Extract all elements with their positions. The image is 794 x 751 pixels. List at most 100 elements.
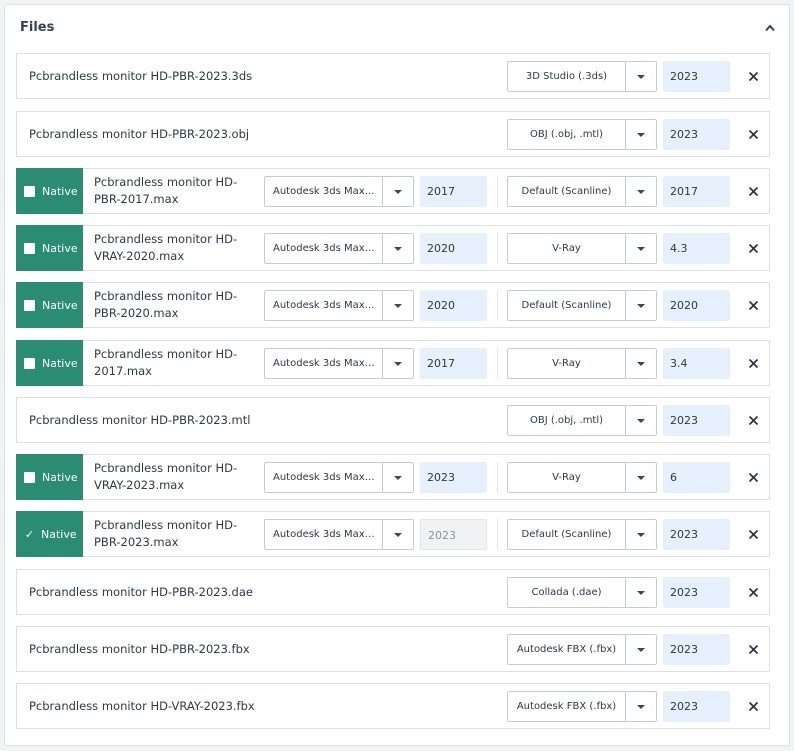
caret-down-icon[interactable] xyxy=(382,177,413,206)
checkbox-icon[interactable] xyxy=(24,299,35,311)
file-row: Native Pcbrandless monitor HD-PBR-2020.ma… xyxy=(16,282,770,328)
caret-down-icon[interactable] xyxy=(625,692,656,721)
app-version-input[interactable]: 2020 xyxy=(420,290,487,321)
format-select-value: OBJ (.obj, .mtl) xyxy=(529,129,604,140)
caret-down-icon[interactable] xyxy=(625,578,656,607)
close-icon[interactable] xyxy=(745,297,761,313)
renderer-select[interactable]: Default (Scanline) xyxy=(507,519,657,550)
caret-down-icon[interactable] xyxy=(382,349,413,378)
caret-down-icon[interactable] xyxy=(625,62,656,91)
app-select-value: Autodesk 3ds Max (... xyxy=(273,472,382,483)
caret-down-icon[interactable] xyxy=(382,520,413,549)
caret-down-icon[interactable] xyxy=(625,463,656,492)
renderer-select[interactable]: Default (Scanline) xyxy=(507,176,657,207)
app-select[interactable]: Autodesk 3ds Max (... xyxy=(264,233,414,264)
renderer-select[interactable]: V-Ray xyxy=(507,348,657,379)
file-name: Pcbrandless monitor HD-2017.max xyxy=(94,347,238,378)
caret-down-icon[interactable] xyxy=(382,291,413,320)
app-version-input[interactable]: 2017 xyxy=(420,176,487,207)
app-select[interactable]: Autodesk 3ds Max (... xyxy=(264,519,414,550)
caret-down-icon[interactable] xyxy=(625,520,656,549)
format-select[interactable]: 3D Studio (.3ds) xyxy=(507,61,657,92)
app-version-input[interactable]: 2017 xyxy=(420,348,487,379)
file-row: Pcbrandless monitor HD-PBR-2023.mtl OBJ (… xyxy=(16,397,770,443)
file-row: Native Pcbrandless monitor HD-VRAY-2023.m… xyxy=(16,454,770,500)
close-icon[interactable] xyxy=(745,412,761,428)
renderer-select-value: Default (Scanline) xyxy=(521,300,612,311)
format-select-value: OBJ (.obj, .mtl) xyxy=(529,415,604,426)
renderer-select[interactable]: V-Ray xyxy=(507,462,657,493)
renderer-select-value: V-Ray xyxy=(552,243,581,254)
format-select[interactable]: Autodesk FBX (.fbx) xyxy=(507,634,657,665)
caret-down-icon[interactable] xyxy=(625,635,656,664)
close-icon[interactable] xyxy=(745,584,761,600)
close-icon[interactable] xyxy=(745,698,761,714)
renderer-version-input[interactable]: 2020 xyxy=(663,290,730,321)
checkmark-icon: ✓ xyxy=(24,527,35,541)
caret-down-icon[interactable] xyxy=(625,234,656,263)
app-select[interactable]: Autodesk 3ds Max (... xyxy=(264,290,414,321)
close-icon[interactable] xyxy=(745,641,761,657)
chevron-up-icon[interactable] xyxy=(765,24,775,32)
format-select-value: Autodesk FBX (.fbx) xyxy=(516,644,617,655)
format-version-input[interactable]: 2023 xyxy=(663,119,730,150)
app-select[interactable]: Autodesk 3ds Max (... xyxy=(264,348,414,379)
format-version-input[interactable]: 2023 xyxy=(663,691,730,722)
format-version-input[interactable]: 2023 xyxy=(663,577,730,608)
checkbox-icon[interactable] xyxy=(24,185,35,197)
file-row: Pcbrandless monitor HD-PBR-2023.obj OBJ (… xyxy=(16,111,770,157)
close-icon[interactable] xyxy=(745,126,761,142)
native-toggle[interactable]: ✓ Native xyxy=(16,511,83,557)
app-version-input[interactable]: 2023 xyxy=(420,462,487,493)
format-select[interactable]: OBJ (.obj, .mtl) xyxy=(507,119,657,150)
caret-down-icon[interactable] xyxy=(625,349,656,378)
native-toggle[interactable]: Native xyxy=(16,282,83,328)
renderer-version-input[interactable]: 3.4 xyxy=(663,348,730,379)
renderer-version-input[interactable]: 2023 xyxy=(663,519,730,550)
app-select[interactable]: Autodesk 3ds Max (... xyxy=(264,462,414,493)
caret-down-icon[interactable] xyxy=(625,120,656,149)
format-select[interactable]: Autodesk FBX (.fbx) xyxy=(507,691,657,722)
format-version-input[interactable]: 2023 xyxy=(663,61,730,92)
format-version-input[interactable]: 2023 xyxy=(663,405,730,436)
caret-down-icon[interactable] xyxy=(625,406,656,435)
file-name: Pcbrandless monitor HD-PBR-2023.obj xyxy=(29,127,250,141)
close-icon[interactable] xyxy=(745,183,761,199)
checkbox-icon[interactable] xyxy=(24,471,35,483)
renderer-select[interactable]: Default (Scanline) xyxy=(507,290,657,321)
caret-down-icon[interactable] xyxy=(382,234,413,263)
close-icon[interactable] xyxy=(745,469,761,485)
close-icon[interactable] xyxy=(745,68,761,84)
divider xyxy=(497,290,498,321)
caret-down-icon[interactable] xyxy=(625,177,656,206)
close-icon[interactable] xyxy=(745,355,761,371)
file-row: Native Pcbrandless monitor HD-VRAY-2020.m… xyxy=(16,225,770,271)
divider xyxy=(497,176,498,207)
close-icon[interactable] xyxy=(745,240,761,256)
format-select[interactable]: OBJ (.obj, .mtl) xyxy=(507,405,657,436)
file-name: Pcbrandless monitor HD-VRAY-2020.max xyxy=(94,232,238,263)
close-icon[interactable] xyxy=(745,526,761,542)
renderer-select[interactable]: V-Ray xyxy=(507,233,657,264)
caret-down-icon[interactable] xyxy=(382,463,413,492)
file-name: Pcbrandless monitor HD-PBR-2017.max xyxy=(94,175,238,206)
format-select[interactable]: Collada (.dae) xyxy=(507,577,657,608)
caret-down-icon[interactable] xyxy=(625,291,656,320)
native-toggle[interactable]: Native xyxy=(16,168,83,214)
renderer-select-value: V-Ray xyxy=(552,358,581,369)
checkbox-icon[interactable] xyxy=(24,357,35,369)
app-select-value: Autodesk 3ds Max (... xyxy=(273,358,382,369)
native-toggle[interactable]: Native xyxy=(16,340,83,386)
renderer-version-input[interactable]: 6 xyxy=(663,462,730,493)
app-select[interactable]: Autodesk 3ds Max (... xyxy=(264,176,414,207)
app-select-value: Autodesk 3ds Max (... xyxy=(273,529,382,540)
native-toggle[interactable]: Native xyxy=(16,454,83,500)
renderer-version-input[interactable]: 4.3 xyxy=(663,233,730,264)
checkbox-icon[interactable] xyxy=(24,242,35,254)
app-version-input[interactable]: 2020 xyxy=(420,233,487,264)
native-toggle[interactable]: Native xyxy=(16,225,83,271)
renderer-version-input[interactable]: 2017 xyxy=(663,176,730,207)
file-row: Pcbrandless monitor HD-PBR-2023.3ds 3D St… xyxy=(16,53,770,99)
file-name: Pcbrandless monitor HD-PBR-2020.max xyxy=(94,289,238,320)
format-version-input[interactable]: 2023 xyxy=(663,634,730,665)
